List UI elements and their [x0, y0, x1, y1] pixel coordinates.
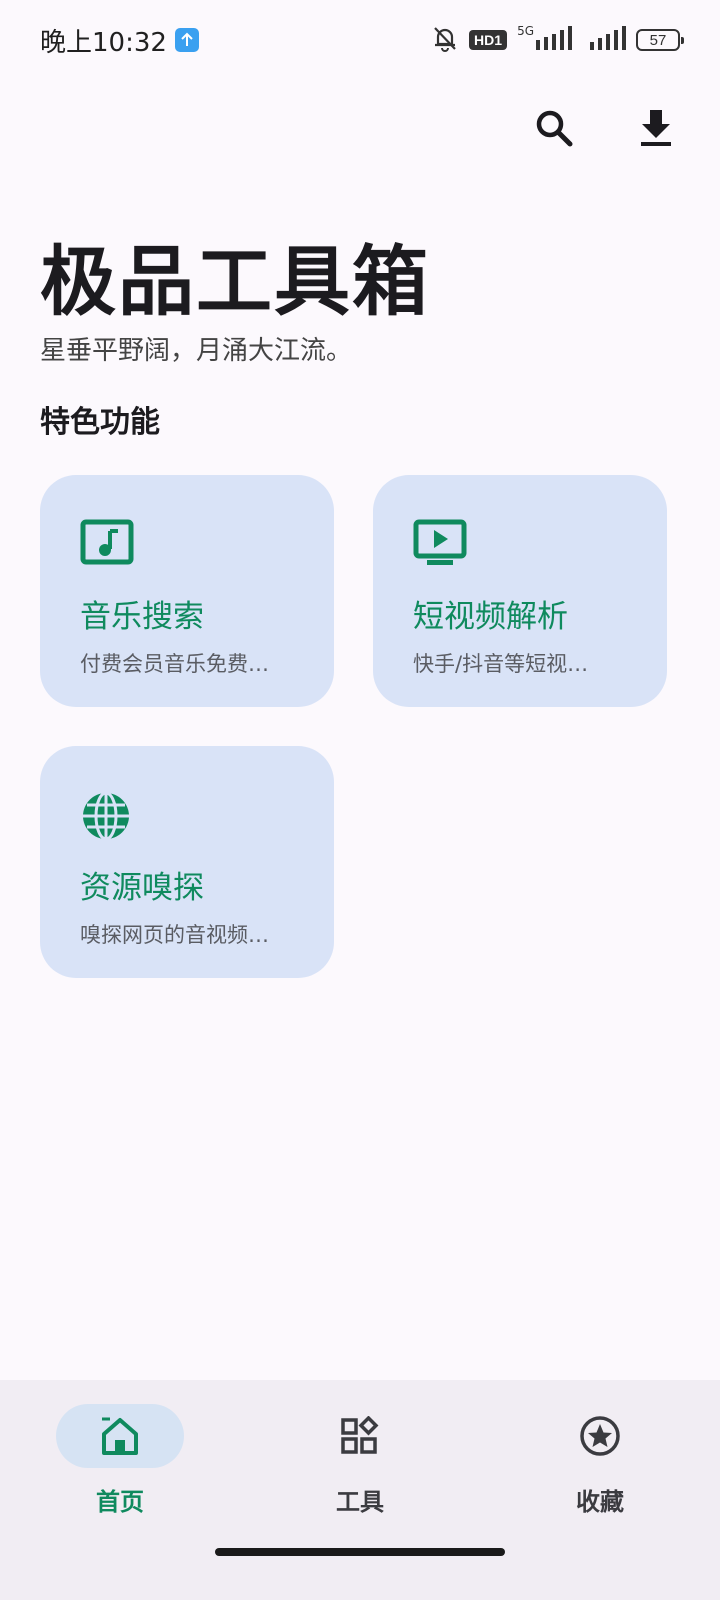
nav-label: 收藏: [576, 1488, 624, 1516]
nav-item-tools[interactable]: 工具: [280, 1404, 440, 1517]
widgets-icon: [341, 1416, 379, 1454]
nav-item-favorites[interactable]: 收藏: [520, 1404, 680, 1517]
section-title-features: 特色功能: [40, 405, 160, 440]
network-type: 5G: [517, 24, 534, 38]
video-play-icon: [413, 519, 469, 575]
feature-card-resource-sniff[interactable]: 资源嗅探 嗅探网页的音视频…: [40, 746, 334, 978]
status-bar: 晚上10:32 HD1 5G 57: [0, 0, 720, 80]
app-screen: 晚上10:32 HD1 5G 57 极品工具箱 星垂平野阔，月涌大江流。 特色功…: [0, 0, 720, 1600]
bottom-navigation: 首页 工具 收藏: [0, 1380, 720, 1600]
search-icon: [536, 110, 573, 147]
signal-icon-2: [590, 26, 626, 54]
battery-indicator: 57: [636, 29, 684, 51]
nav-item-home[interactable]: 首页: [40, 1404, 200, 1517]
card-title: 资源嗅探: [80, 870, 204, 906]
status-indicators: HD1 5G 57: [431, 24, 684, 56]
signal-icon: [536, 26, 580, 54]
home-icon: [102, 1417, 138, 1455]
app-title: 极品工具箱: [40, 237, 430, 326]
hd-badge: HD1: [469, 30, 508, 50]
upload-notification-icon: [174, 28, 199, 52]
nav-active-indicator: [56, 1404, 184, 1468]
search-button[interactable]: [530, 104, 578, 152]
music-note-icon: [80, 519, 136, 575]
download-button[interactable]: [632, 104, 680, 152]
feature-card-video-parse[interactable]: 短视频解析 快手/抖音等短视…: [373, 475, 667, 707]
nav-label: 首页: [96, 1488, 144, 1516]
card-desc: 嗅探网页的音视频…: [80, 923, 269, 947]
feature-card-music-search[interactable]: 音乐搜索 付费会员音乐免费…: [40, 475, 334, 707]
home-indicator-bar[interactable]: [215, 1548, 505, 1556]
status-time: 晚上10:32: [40, 27, 167, 58]
star-icon: [580, 1416, 620, 1456]
card-desc: 付费会员音乐免费…: [80, 652, 269, 676]
top-actions: [530, 104, 680, 152]
card-title: 音乐搜索: [80, 599, 204, 635]
globe-icon: [80, 790, 136, 846]
mute-bell-icon: [431, 24, 459, 56]
card-title: 短视频解析: [413, 599, 568, 635]
download-icon: [641, 110, 671, 146]
nav-label: 工具: [336, 1488, 384, 1516]
app-subtitle: 星垂平野阔，月涌大江流。: [40, 336, 353, 366]
card-desc: 快手/抖音等短视…: [413, 652, 589, 676]
